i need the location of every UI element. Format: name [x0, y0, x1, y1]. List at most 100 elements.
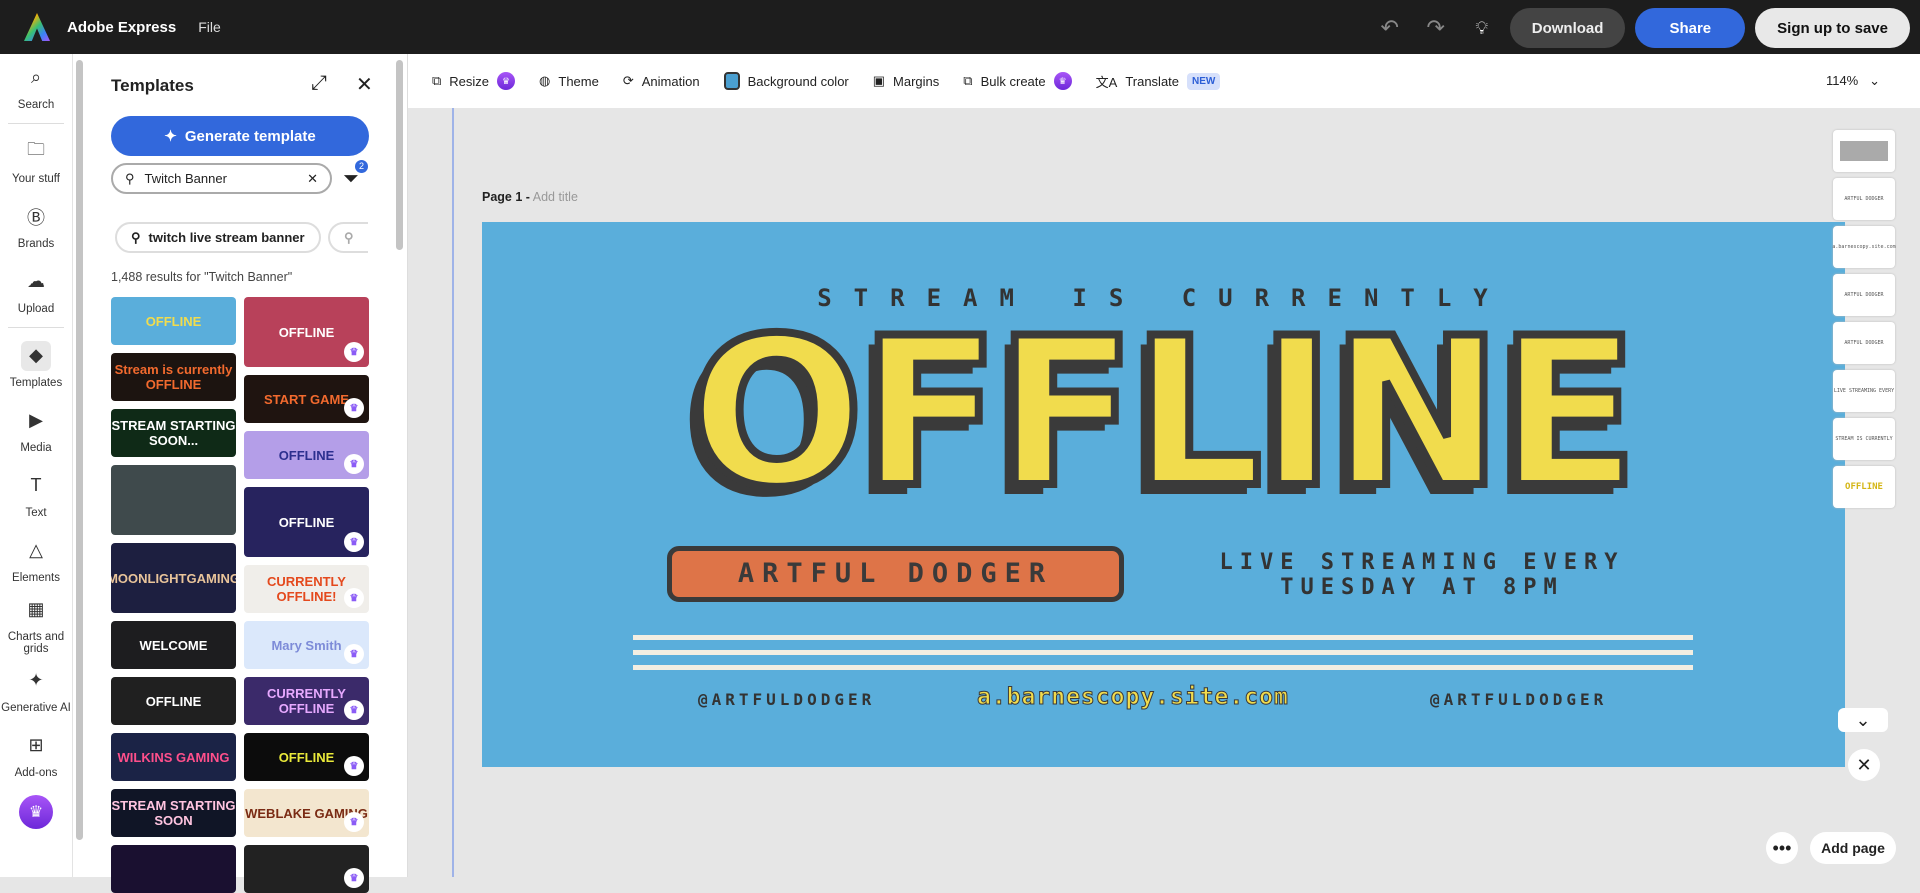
- layer-thumbnail[interactable]: ARTFUL DODGER: [1833, 274, 1895, 316]
- layer-thumbnail[interactable]: STREAM IS CURRENTLY: [1833, 418, 1895, 460]
- template-thumbnail[interactable]: WELCOME: [111, 621, 236, 669]
- file-menu[interactable]: File: [198, 19, 221, 35]
- template-thumbnail[interactable]: CURRENTLY OFFLINE! ♛: [244, 565, 369, 613]
- rail-item-templates[interactable]: ◆ Templates: [0, 332, 72, 397]
- close-layers-button[interactable]: ✕: [1848, 749, 1880, 781]
- template-thumbnail[interactable]: OFFLINE ♛: [244, 487, 369, 557]
- sign-up-button[interactable]: Sign up to save: [1755, 8, 1910, 48]
- layer-thumbnail[interactable]: a.barnescopy.site.com: [1832, 226, 1896, 268]
- results-count: 1,488 results for "Twitch Banner": [111, 270, 293, 284]
- rail-item-upload[interactable]: ☁ Upload: [0, 258, 72, 323]
- template-thumbnail[interactable]: OFFLINE ♛: [244, 733, 369, 781]
- search-input[interactable]: ⚲ Twitch Banner ✕: [111, 163, 332, 194]
- template-text: STREAM STARTING SOON...: [111, 418, 236, 448]
- layer-thumbnail[interactable]: [1833, 130, 1895, 172]
- schedule-line-2: TUESDAY AT 8PM: [1280, 575, 1564, 600]
- template-thumbnail[interactable]: WILKINS GAMING: [111, 733, 236, 781]
- premium-crown-icon: ♛: [344, 700, 364, 720]
- handle-right[interactable]: @ARTFULDODGER: [1430, 690, 1607, 709]
- template-thumbnail[interactable]: WEBLAKE GAMING ♛: [244, 789, 369, 837]
- rail-item-brands[interactable]: Ⓑ Brands: [0, 193, 72, 258]
- template-thumbnail[interactable]: OFFLINE: [111, 297, 236, 345]
- banner-url[interactable]: a.barnescopy.site.com: [977, 684, 1289, 711]
- zoom-dropdown[interactable]: 114% ⌄: [1826, 73, 1880, 89]
- template-thumbnail[interactable]: ♛: [244, 845, 369, 893]
- template-thumbnail[interactable]: OFFLINE ♛: [244, 431, 369, 479]
- template-thumbnail[interactable]: [111, 465, 236, 535]
- bulk-create-button[interactable]: ⧉ Bulk create ♛: [963, 72, 1072, 90]
- chevron-down-icon: ⌄: [1855, 709, 1871, 730]
- add-page-button[interactable]: Add page: [1810, 832, 1896, 864]
- template-thumbnail[interactable]: MOONLIGHTGAMING: [111, 543, 236, 613]
- layer-thumbnail[interactable]: LIVE STREAMING EVERY: [1833, 370, 1895, 412]
- premium-crown-icon[interactable]: ♛: [19, 795, 53, 829]
- template-text: OFFLINE: [278, 514, 335, 530]
- template-thumbnail[interactable]: CURRENTLY OFFLINE ♛: [244, 677, 369, 725]
- rail-item-media[interactable]: ▶ Media: [0, 397, 72, 462]
- download-button[interactable]: Download: [1509, 8, 1626, 48]
- theme-label: Theme: [558, 73, 599, 89]
- rail-label: Generative AI: [1, 701, 71, 714]
- template-thumbnail[interactable]: Stream is currently OFFLINE: [111, 353, 236, 401]
- template-thumbnail[interactable]: OFFLINE: [111, 677, 236, 725]
- banner-name-pill[interactable]: ARTFUL DODGER: [667, 546, 1124, 602]
- template-thumbnail[interactable]: START GAME ♛: [244, 375, 369, 423]
- canvas-banner[interactable]: STREAM IS CURRENTLY OFFLINE ARTFUL DODGE…: [482, 222, 1845, 767]
- share-button[interactable]: Share: [1635, 8, 1746, 48]
- layer-thumbnails: ARTFUL DODGER a.barnescopy.site.com ARTFUL…: [1832, 130, 1896, 508]
- translate-button[interactable]: 文A Translate NEW: [1096, 72, 1221, 91]
- panel-scrollbar[interactable]: [396, 60, 403, 250]
- template-text: Mary Smith: [271, 637, 342, 653]
- suggestion-chip-partial[interactable]: ⚲: [328, 222, 368, 253]
- rail-item-text[interactable]: T Text: [0, 462, 72, 527]
- suggestion-chip[interactable]: ⚲ twitch live stream banner: [115, 222, 321, 253]
- schedule-line-1: LIVE STREAMING EVERY: [1219, 550, 1625, 575]
- layer-thumbnail[interactable]: OFFLINE: [1833, 466, 1895, 508]
- search-icon: ⌕: [30, 67, 42, 87]
- adobe-express-logo[interactable]: [24, 13, 50, 41]
- search-icon: ⚲: [125, 170, 135, 186]
- layer-thumbnail[interactable]: ARTFUL DODGER: [1833, 178, 1895, 220]
- rail-item-add-ons[interactable]: ⊞ Add-ons: [0, 722, 72, 787]
- background-color-button[interactable]: Background color: [723, 72, 849, 90]
- resize-button[interactable]: ⧉ Resize ♛: [432, 72, 516, 90]
- generate-template-button[interactable]: ✦ Generate template: [111, 116, 369, 156]
- close-icon[interactable]: ✕: [356, 72, 373, 97]
- template-text: STREAM STARTING SOON: [111, 798, 236, 828]
- layer-text: LIVE STREAMING EVERY: [1833, 388, 1895, 394]
- rail-item-charts-and-grids[interactable]: ▦ Charts and grids: [0, 592, 72, 657]
- banner-schedule[interactable]: LIVE STREAMING EVERY TUESDAY AT 8PM: [1182, 550, 1662, 600]
- template-thumbnail[interactable]: STREAM STARTING SOON...: [111, 409, 236, 457]
- undo-icon[interactable]: ↶: [1372, 15, 1408, 41]
- left-rail: ⌕ Search 🗀 Your stuff Ⓑ Brands ☁ Upload ◆ Templat…: [0, 54, 73, 877]
- rail-item-search[interactable]: ⌕ Search: [0, 54, 72, 119]
- template-thumbnail[interactable]: [111, 845, 236, 893]
- template-thumbnail[interactable]: OFFLINE ♛: [244, 297, 369, 367]
- theme-button[interactable]: ◍ Theme: [539, 73, 599, 89]
- brands-icon: Ⓑ: [27, 207, 45, 228]
- layer-thumbnail[interactable]: ARTFUL DODGER: [1833, 322, 1895, 364]
- lightbulb-icon[interactable]: 💡︎: [1464, 18, 1500, 39]
- margins-button[interactable]: ▣ Margins: [873, 73, 940, 89]
- animation-button[interactable]: ⟳ Animation: [623, 73, 700, 89]
- banner-headline[interactable]: OFFLINE: [622, 308, 1702, 521]
- media-icon: ▶: [29, 410, 43, 430]
- rail-item-your-stuff[interactable]: 🗀 Your stuff: [0, 128, 72, 193]
- expand-icon[interactable]: ⤢: [311, 72, 327, 95]
- template-thumbnail[interactable]: STREAM STARTING SOON: [111, 789, 236, 837]
- premium-crown-icon: ♛: [344, 868, 364, 888]
- add-title-input[interactable]: Add title: [533, 190, 578, 204]
- scroll-down-button[interactable]: ⌄: [1838, 708, 1888, 732]
- clear-icon[interactable]: ✕: [307, 171, 318, 187]
- redo-icon[interactable]: ↷: [1418, 15, 1454, 41]
- template-thumbnail[interactable]: Mary Smith ♛: [244, 621, 369, 669]
- premium-crown-icon: ♛: [344, 532, 364, 552]
- layer-text: a.barnescopy.site.com: [1832, 244, 1896, 250]
- rail-scrollbar[interactable]: [76, 60, 83, 840]
- filter-icon[interactable]: ⏷ 2: [343, 160, 368, 191]
- handle-left[interactable]: @ARTFULDODGER: [698, 690, 875, 709]
- top-bar: Adobe Express File ↶ ↷ 💡︎ Download Share…: [0, 0, 1920, 54]
- rail-item-generative-ai[interactable]: ✦ Generative AI: [0, 657, 72, 722]
- more-options-button[interactable]: •••: [1766, 832, 1798, 864]
- rail-item-elements[interactable]: △ Elements: [0, 527, 72, 592]
